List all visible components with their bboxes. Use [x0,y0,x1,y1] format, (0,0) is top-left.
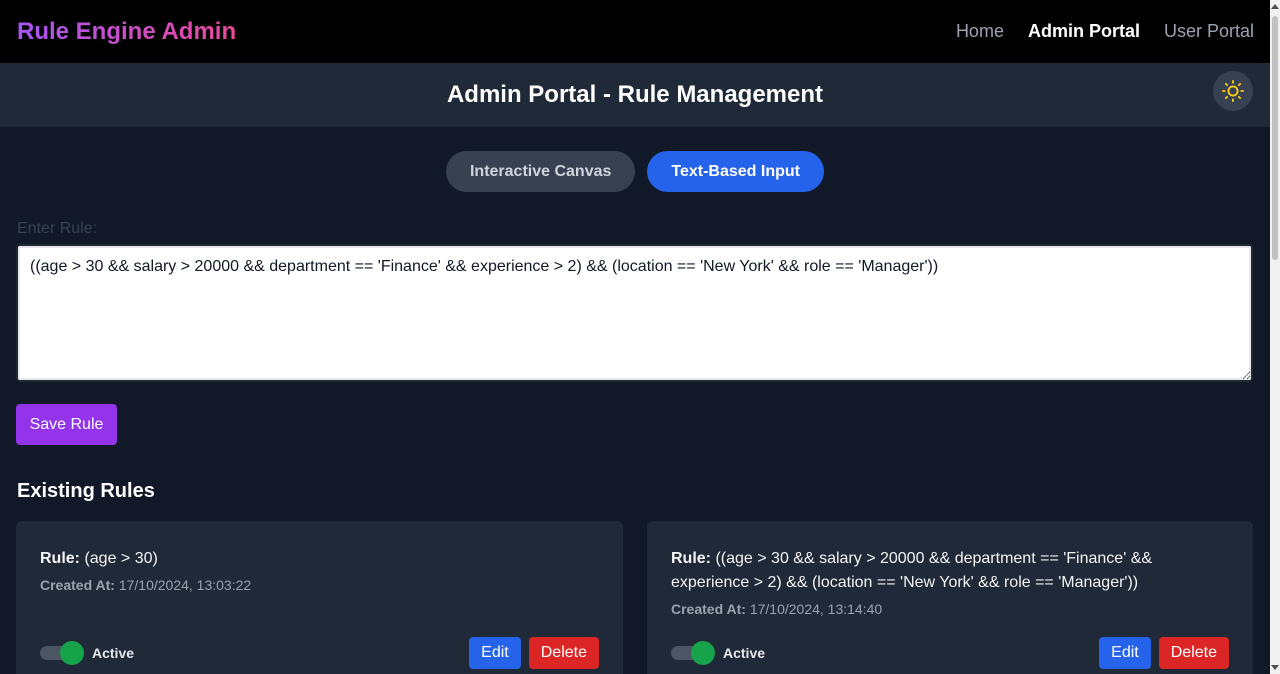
created-prefix: Created At: [671,601,746,617]
nav-links: Home Admin Portal User Portal [956,21,1254,42]
rule-card: Rule: (age > 30) Created At: 17/10/2024,… [16,521,623,674]
brand-logo[interactable]: Rule Engine Admin [17,18,236,46]
delete-button[interactable]: Delete [528,637,599,669]
rule-prefix: Rule: [671,550,711,567]
rule-actions: Edit Delete [469,637,599,669]
rule-expression: Rule: (age > 30) [40,547,599,571]
rule-input-label: Enter Rule: [17,220,98,237]
rule-card-footer: Active Edit Delete [40,637,599,669]
status-toggle-group: Active [671,641,765,665]
page-header: Admin Portal - Rule Management [0,63,1270,127]
scroll-down-icon[interactable] [1271,665,1279,670]
edit-button[interactable]: Edit [469,637,521,669]
tab-interactive-canvas[interactable]: Interactive Canvas [445,151,636,192]
active-toggle[interactable] [671,641,715,665]
rule-expression: Rule: ((age > 30 && salary > 20000 && de… [671,547,1229,595]
nav-link-home[interactable]: Home [956,21,1004,42]
created-at: Created At: 17/10/2024, 13:14:40 [671,601,1229,617]
created-at-value: 17/10/2024, 13:14:40 [749,601,883,617]
rule-value: ((age > 30 && salary > 20000 && departme… [671,550,1153,591]
rule-card: Rule: ((age > 30 && salary > 20000 && de… [647,521,1253,674]
status-label: Active [92,645,135,661]
input-mode-tabs: Interactive Canvas Text-Based Input [0,151,1270,192]
existing-rules-title: Existing Rules [17,480,155,502]
tab-text-based-input[interactable]: Text-Based Input [647,151,824,192]
page-title: Admin Portal - Rule Management [446,81,824,108]
created-at-value: 17/10/2024, 13:03:22 [118,577,252,593]
rule-input[interactable] [16,244,1253,382]
theme-toggle-button[interactable] [1213,71,1253,111]
scrollbar-thumb[interactable] [1272,16,1278,260]
toggle-knob [60,641,84,665]
created-prefix: Created At: [40,577,115,593]
save-rule-button[interactable]: Save Rule [16,404,117,445]
rule-card-footer: Active Edit Delete [671,637,1229,669]
created-at: Created At: 17/10/2024, 13:03:22 [40,577,599,593]
nav-link-user-portal[interactable]: User Portal [1164,21,1254,42]
status-toggle-group: Active [40,641,134,665]
sun-icon [1222,80,1244,102]
scroll-up-icon[interactable] [1271,4,1279,9]
top-navbar: Rule Engine Admin Home Admin Portal User… [0,0,1270,63]
delete-button[interactable]: Delete [1158,637,1229,669]
nav-link-admin-portal[interactable]: Admin Portal [1028,21,1140,42]
page-scrollbar[interactable] [1270,0,1280,674]
toggle-knob [691,641,715,665]
status-label: Active [723,645,766,661]
rule-actions: Edit Delete [1099,637,1229,669]
rule-prefix: Rule: [40,550,80,567]
active-toggle[interactable] [40,641,84,665]
edit-button[interactable]: Edit [1099,637,1151,669]
rule-value: (age > 30) [84,550,158,567]
